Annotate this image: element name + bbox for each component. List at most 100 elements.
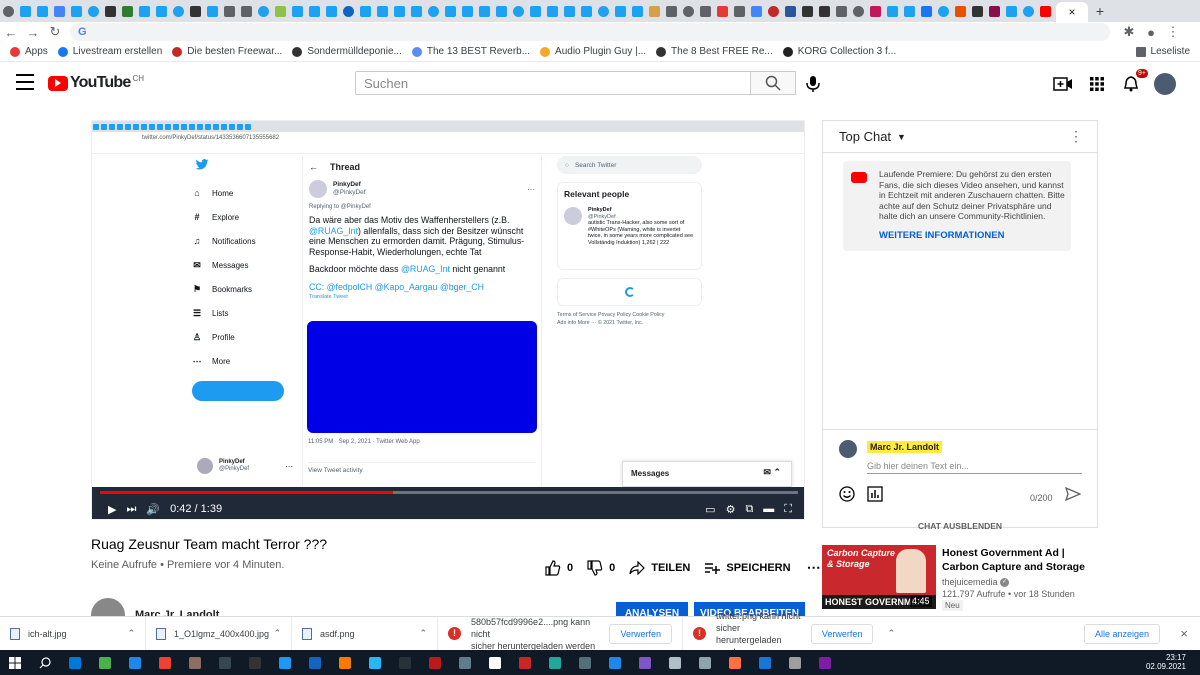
bookmark-item[interactable]: Audio Plugin Guy |... [540, 46, 646, 57]
view-activity-link[interactable]: View Tweet activity [308, 462, 536, 474]
browser-tab[interactable] [358, 4, 373, 19]
browser-tab[interactable] [52, 4, 67, 19]
browser-menu-icon[interactable]: ⋮ [1162, 24, 1184, 40]
browser-tab[interactable] [800, 4, 815, 19]
captions-icon[interactable]: ▭ [705, 503, 715, 516]
browser-tab[interactable] [834, 4, 849, 19]
browser-tab[interactable] [953, 4, 968, 19]
twitter-nav-messages[interactable]: ✉ Messages [192, 253, 292, 277]
profile-icon[interactable]: ● [1140, 25, 1162, 40]
browser-tab[interactable] [494, 4, 509, 19]
taskbar-app-icon[interactable] [60, 650, 90, 675]
browser-tab[interactable] [154, 4, 169, 19]
taskbar-app-icon[interactable] [420, 650, 450, 675]
twitter-nav-bookmarks[interactable]: ⚑ Bookmarks [192, 277, 292, 301]
notifications-bell-icon[interactable]: 9+ [1120, 69, 1148, 94]
microphone-icon[interactable] [805, 75, 821, 93]
browser-tab[interactable] [715, 4, 730, 19]
browser-tab[interactable] [562, 4, 577, 19]
browser-tab[interactable] [443, 4, 458, 19]
poll-chart-icon[interactable] [867, 486, 883, 502]
taskbar-app-icon[interactable] [210, 650, 240, 675]
like-button[interactable]: 0 [545, 559, 573, 576]
browser-tab[interactable] [868, 4, 883, 19]
share-button[interactable]: TEILEN [629, 560, 690, 575]
create-video-icon[interactable] [1052, 74, 1074, 94]
taskbar-app-icon[interactable] [780, 650, 810, 675]
taskbar-app-icon[interactable] [450, 650, 480, 675]
chevron-down-icon[interactable]: ▼ [897, 132, 906, 142]
browser-tab[interactable] [511, 4, 526, 19]
fullscreen-icon[interactable]: ⛶ [784, 503, 792, 516]
browser-tab[interactable] [596, 4, 611, 19]
account-button[interactable] [1154, 73, 1176, 95]
taskbar-app-icon[interactable] [660, 650, 690, 675]
show-all-downloads-button[interactable]: Alle anzeigen [1083, 623, 1160, 644]
browser-tab[interactable] [630, 4, 645, 19]
bookmark-item[interactable]: Die besten Freewar... [172, 46, 282, 57]
messages-expand-icon[interactable]: ✉ ⌃ [763, 467, 781, 478]
taskbar-app-icon[interactable] [270, 650, 300, 675]
tweet-button[interactable] [192, 381, 284, 401]
taskbar-app-icon[interactable] [690, 650, 720, 675]
browser-tab[interactable] [936, 4, 951, 19]
save-button[interactable]: SPEICHERN [704, 561, 791, 575]
address-bar[interactable]: G [70, 23, 1110, 41]
twitter-account-switcher[interactable]: PinkyDef @PinkyDef ··· [197, 458, 293, 474]
browser-tab[interactable] [256, 4, 271, 19]
browser-tab[interactable] [885, 4, 900, 19]
browser-tab[interactable] [375, 4, 390, 19]
reading-list[interactable]: Leseliste [1135, 46, 1190, 57]
twitter-nav-home[interactable]: ⌂ Home [192, 181, 292, 205]
taskbar-app-icon[interactable] [540, 650, 570, 675]
browser-tab[interactable] [783, 4, 798, 19]
browser-tab[interactable] [69, 4, 84, 19]
browser-tab[interactable] [324, 4, 339, 19]
browser-tab[interactable] [970, 4, 985, 19]
taskbar-app-icon[interactable] [390, 650, 420, 675]
browser-tab[interactable] [732, 4, 747, 19]
browser-tab[interactable] [749, 4, 764, 19]
hide-chat-button[interactable]: CHAT AUSBLENDEN [823, 521, 1097, 531]
browser-tab[interactable] [290, 4, 305, 19]
bookmark-item[interactable]: Sondermülldeponie... [292, 46, 402, 57]
taskbar-app-icon[interactable] [240, 650, 270, 675]
taskbar-app-icon[interactable] [510, 650, 540, 675]
browser-tab[interactable] [137, 4, 152, 19]
tweet-more-icon[interactable]: ··· [527, 185, 535, 194]
video-player[interactable]: twitter.com/PinkyDef/status/143353660713… [91, 120, 805, 520]
taskbar-app-icon[interactable] [810, 650, 840, 675]
browser-tab[interactable] [613, 4, 628, 19]
taskbar-app-icon[interactable] [600, 650, 630, 675]
theater-mode-icon[interactable]: ▬ [763, 503, 774, 515]
windows-start-icon[interactable] [0, 650, 30, 675]
browser-tab[interactable] [1038, 4, 1053, 19]
twitter-nav-more[interactable]: ⋯ More [192, 349, 292, 373]
close-downloads-icon[interactable]: × [1180, 626, 1188, 641]
browser-tab[interactable] [120, 4, 135, 19]
next-icon[interactable]: ⏭ [126, 503, 136, 516]
browser-tab[interactable] [35, 4, 50, 19]
twitter-nav-profile[interactable]: ♙ Profile [192, 325, 292, 349]
browser-tab[interactable] [307, 4, 322, 19]
recommendation-channel[interactable]: thejuicemedia ✓ [942, 577, 1010, 588]
bookmark-item[interactable]: Livestream erstellen [57, 46, 162, 57]
taskbar-app-icon[interactable] [150, 650, 180, 675]
search-button[interactable] [750, 71, 796, 95]
bookmark-item[interactable]: The 13 BEST Reverb... [411, 46, 530, 57]
browser-tab[interactable] [545, 4, 560, 19]
taskbar-app-icon[interactable] [750, 650, 780, 675]
more-actions-icon[interactable]: ⋯ [807, 559, 821, 576]
taskbar-search-icon[interactable] [30, 650, 60, 675]
chevron-up-icon[interactable]: ⌃ [419, 628, 427, 639]
browser-tab[interactable] [477, 4, 492, 19]
browser-tab[interactable] [86, 4, 101, 19]
browser-tab[interactable] [766, 4, 781, 19]
taskbar-app-icon[interactable] [720, 650, 750, 675]
miniplayer-icon[interactable]: ⧉ [745, 503, 753, 516]
browser-tab[interactable] [409, 4, 424, 19]
twitter-messages-drawer[interactable]: Messages ✉ ⌃ [622, 461, 792, 487]
hamburger-menu-icon[interactable] [16, 74, 34, 90]
browser-tab[interactable] [103, 4, 118, 19]
reload-icon[interactable]: ↻ [44, 24, 66, 40]
